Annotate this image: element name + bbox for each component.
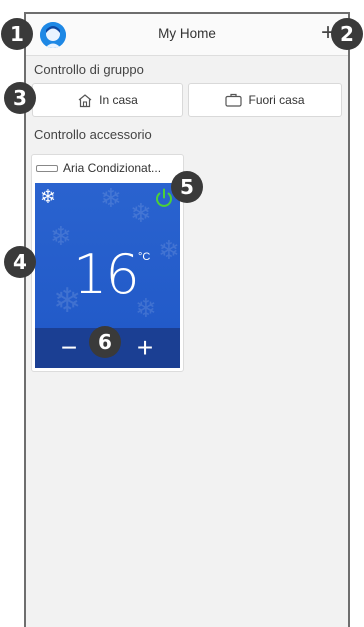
device-header: Aria Condizionat...: [36, 161, 161, 175]
snowflake-bg-icon: ❄: [100, 183, 122, 213]
temperature-unit: °C: [138, 251, 151, 263]
page-title: My Home: [158, 26, 216, 41]
snowflake-bg-icon: ❄: [130, 198, 152, 228]
accessory-control-heading: Controllo accessorio: [34, 127, 152, 142]
temperature-value: 16: [73, 243, 140, 306]
increase-temperature-button[interactable]: +: [131, 332, 159, 364]
snowflake-bg-icon: ❄: [158, 235, 180, 265]
in-casa-label: In casa: [99, 93, 138, 107]
snowflake-bg-icon: ❄: [50, 221, 72, 251]
callout-badge-3: 3: [4, 82, 36, 114]
suitcase-icon: [225, 93, 243, 107]
decrease-temperature-button[interactable]: −: [55, 332, 83, 364]
group-control-heading: Controllo di gruppo: [34, 62, 144, 77]
app-screen: My Home + Controllo di gruppo In casa Fu…: [0, 0, 364, 627]
device-name: Aria Condizionat...: [63, 161, 162, 175]
phone-frame: My Home + Controllo di gruppo In casa Fu…: [24, 12, 350, 627]
air-conditioner-icon: [36, 164, 58, 172]
fuori-casa-button[interactable]: Fuori casa: [188, 83, 342, 117]
callout-badge-5: 5: [171, 171, 203, 203]
fuori-casa-label: Fuori casa: [248, 93, 305, 107]
in-casa-button[interactable]: In casa: [32, 83, 183, 117]
callout-badge-6: 6: [89, 326, 121, 358]
callout-badge-2: 2: [331, 18, 363, 50]
house-icon: [78, 93, 92, 107]
snowflake-bg-icon: ❄: [135, 293, 157, 323]
top-bar: My Home +: [26, 14, 348, 56]
callout-badge-4: 4: [4, 246, 36, 278]
snowflake-icon[interactable]: ❄: [40, 186, 56, 209]
callout-badge-1: 1: [1, 18, 33, 50]
